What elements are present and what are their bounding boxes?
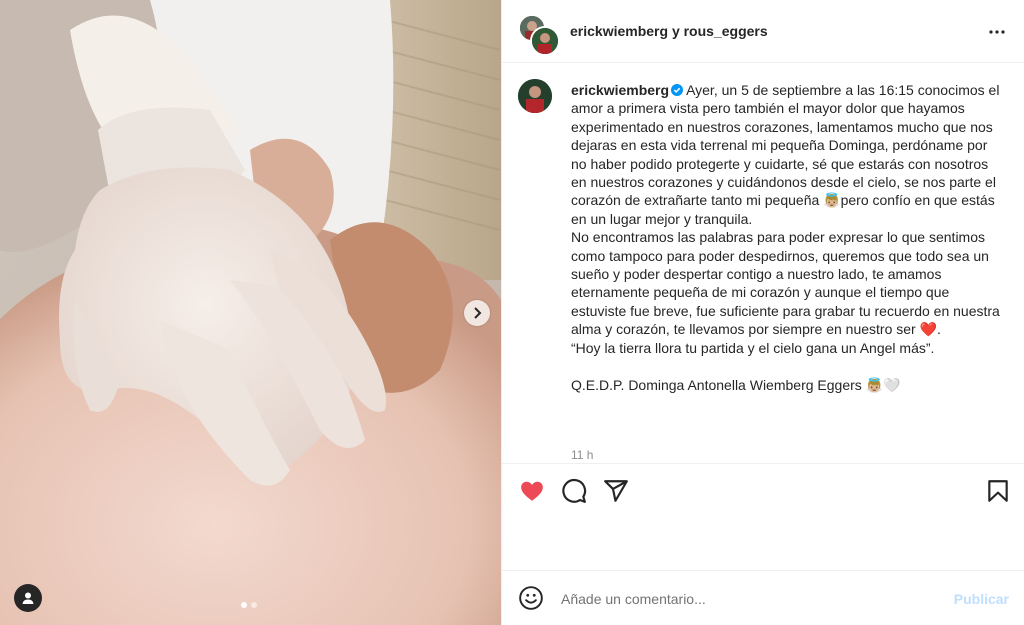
share-icon[interactable]	[603, 478, 629, 504]
carousel-dot-active	[241, 602, 247, 608]
action-bar	[502, 463, 1024, 519]
comment-bar: Publicar	[502, 570, 1024, 625]
bookmark-icon[interactable]	[985, 478, 1011, 504]
post-timestamp[interactable]: 11 h	[571, 448, 593, 462]
avatar[interactable]	[518, 79, 552, 113]
post-photo	[0, 0, 501, 625]
avatar	[530, 26, 560, 56]
comment-icon[interactable]	[561, 478, 587, 504]
caption-text: Ayer, un 5 de septiembre a las 16:15 con…	[571, 82, 1000, 393]
collab-avatars[interactable]	[518, 14, 560, 56]
caption-area: erickwiemberg Ayer, un 5 de septiembre a …	[502, 63, 1024, 463]
post-header: erickwiemberg y rous_eggers	[502, 0, 1024, 63]
post-media	[0, 0, 501, 625]
comment-input[interactable]	[559, 585, 943, 613]
verified-badge-icon	[671, 84, 684, 96]
post-details-panel: erickwiemberg y rous_eggers erickwiember…	[501, 0, 1024, 625]
header-usernames[interactable]: erickwiemberg y rous_eggers	[570, 23, 768, 39]
post-comment-button[interactable]: Publicar	[954, 591, 1009, 607]
tag-person-icon	[22, 592, 34, 604]
carousel-dot	[251, 602, 257, 608]
emoji-icon[interactable]	[518, 585, 544, 611]
caption-username[interactable]: erickwiemberg	[571, 82, 669, 98]
heart-filled-icon[interactable]	[519, 478, 545, 504]
tagged-people-button[interactable]	[14, 584, 42, 612]
more-options-icon[interactable]	[987, 22, 1007, 42]
carousel-next-button[interactable]	[464, 300, 490, 326]
post-caption: erickwiemberg Ayer, un 5 de septiembre a …	[571, 81, 1006, 394]
next-arrow-icon	[474, 307, 482, 319]
carousel-indicator	[241, 602, 257, 608]
